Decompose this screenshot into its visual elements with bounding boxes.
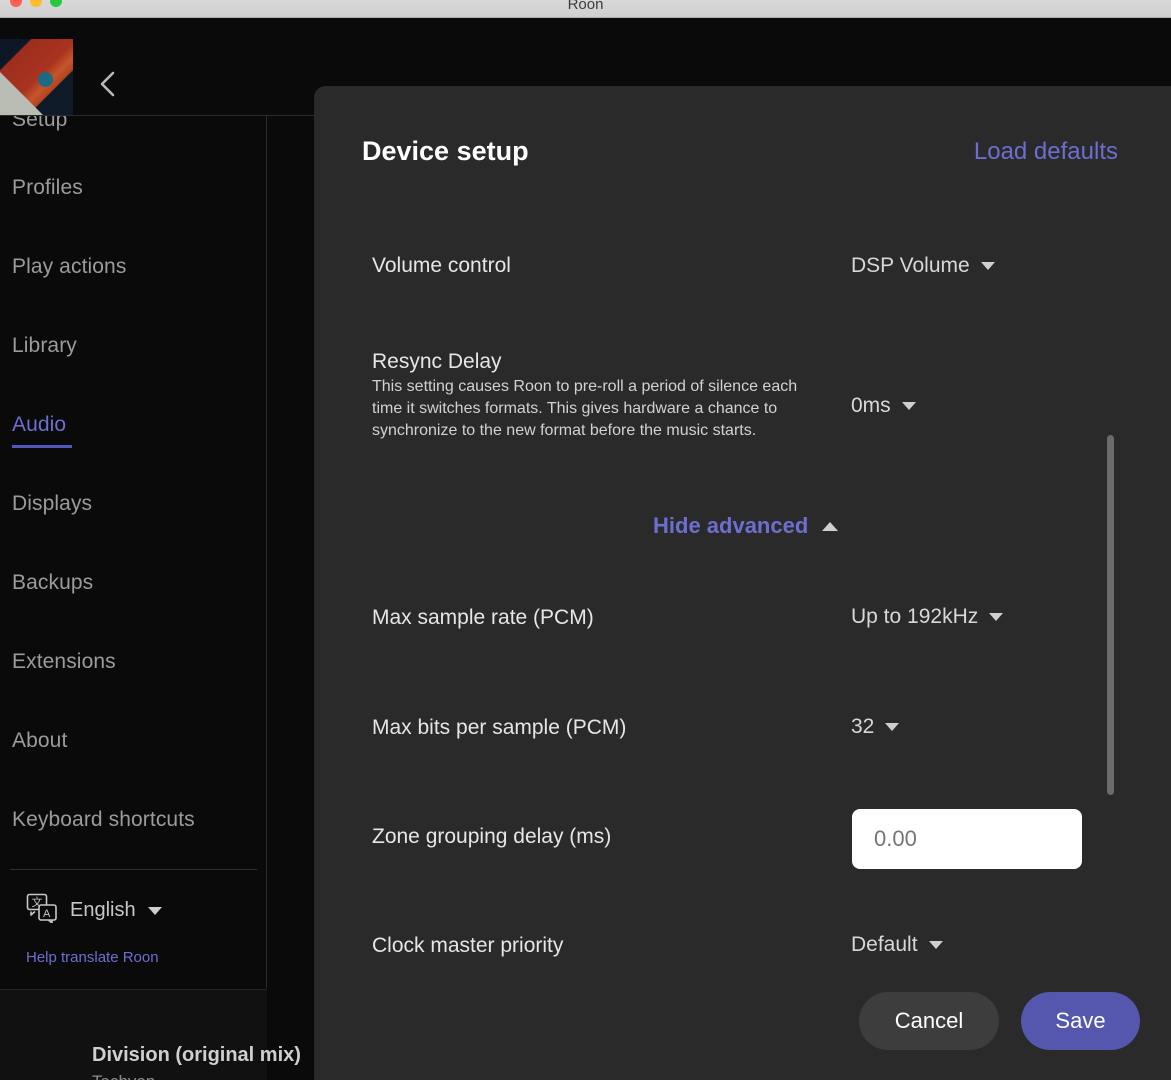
now-playing-title: Division (original mix) [92, 1044, 301, 1067]
language-label: English [70, 899, 136, 922]
sidebar-item-setup[interactable]: Setup [12, 115, 67, 132]
sidebar-item-backups[interactable]: Backups [12, 571, 93, 595]
setting-label-zone-grouping-delay: Zone grouping delay (ms) [372, 825, 611, 849]
setting-value-text: 32 [851, 715, 874, 739]
svg-text:A: A [43, 908, 51, 920]
device-setup-header: Device setup Load defaults [314, 86, 1171, 172]
device-setup-footer: Cancel Save [314, 966, 1171, 1080]
setting-value-max-sample-rate[interactable]: Up to 192kHz [851, 605, 1003, 629]
chevron-down-icon [148, 907, 162, 915]
chevron-down-icon [989, 613, 1003, 621]
chevron-down-icon [929, 941, 943, 949]
sidebar-item-library[interactable]: Library [12, 334, 77, 358]
setting-label-max-sample-rate: Max sample rate (PCM) [372, 606, 594, 630]
setting-value-max-bits-per-sample[interactable]: 32 [851, 715, 899, 739]
sidebar-item-displays[interactable]: Displays [12, 492, 92, 516]
window-titlebar: Roon [0, 0, 1171, 18]
chevron-down-icon [902, 402, 916, 410]
cancel-button[interactable]: Cancel [859, 992, 999, 1050]
setting-label-max-bits-per-sample: Max bits per sample (PCM) [372, 716, 626, 740]
device-setup-scroll-area[interactable]: Volume control DSP Volume Resync Delay T… [314, 172, 1171, 992]
settings-sidebar: Setup Profiles Play actions Library Audi… [0, 115, 267, 988]
album-art-triangle [0, 69, 43, 115]
setting-value-text: Up to 192kHz [851, 605, 978, 629]
dialog-title: Device setup [362, 136, 529, 167]
album-art-dot [38, 72, 53, 87]
setting-value-clock-master-priority[interactable]: Default [851, 933, 943, 957]
setting-value-text: DSP Volume [851, 254, 970, 278]
chevron-down-icon [885, 723, 899, 731]
sidebar-item-extensions[interactable]: Extensions [12, 650, 116, 674]
dialog-scrollbar-thumb[interactable] [1107, 435, 1114, 795]
sidebar-item-profiles[interactable]: Profiles [12, 176, 83, 200]
album-art[interactable] [0, 39, 73, 115]
chevron-down-icon [981, 262, 995, 270]
window-title: Roon [0, 0, 1171, 13]
app-window: Roon Setup Profiles Play actions Library… [0, 0, 1171, 1080]
setting-value-volume-control[interactable]: DSP Volume [851, 254, 995, 278]
sidebar-active-indicator [12, 445, 72, 448]
load-defaults-link[interactable]: Load defaults [974, 138, 1118, 166]
save-button[interactable]: Save [1021, 992, 1140, 1050]
now-playing-artist: Tachyon [92, 1072, 155, 1080]
language-selector[interactable]: 文 A English [26, 893, 162, 928]
hide-advanced-toggle[interactable]: Hide advanced [653, 513, 838, 539]
sidebar-divider [10, 869, 257, 870]
setting-description-resync-delay: This setting causes Roon to pre-roll a p… [372, 376, 820, 442]
hide-advanced-label: Hide advanced [653, 513, 808, 539]
setting-label-resync-delay: Resync Delay [372, 350, 502, 374]
setting-label-clock-master-priority: Clock master priority [372, 934, 563, 958]
sidebar-item-about[interactable]: About [12, 729, 67, 753]
setting-value-text: 0ms [851, 394, 891, 418]
chevron-up-icon [822, 522, 838, 531]
zone-grouping-delay-input[interactable] [852, 809, 1082, 869]
sidebar-item-audio[interactable]: Audio [12, 413, 66, 437]
setting-label-volume-control: Volume control [372, 254, 511, 278]
translate-icon: 文 A [26, 893, 58, 928]
setting-value-resync-delay[interactable]: 0ms [851, 394, 916, 418]
device-setup-dialog: Volume control DSP Volume Resync Delay T… [314, 86, 1171, 1080]
chevron-left-icon[interactable] [98, 70, 118, 98]
setting-value-text: Default [851, 933, 918, 957]
help-translate-link[interactable]: Help translate Roon [26, 949, 159, 966]
sidebar-item-play-actions[interactable]: Play actions [12, 255, 126, 279]
sidebar-item-keyboard-shortcuts[interactable]: Keyboard shortcuts [12, 808, 195, 832]
